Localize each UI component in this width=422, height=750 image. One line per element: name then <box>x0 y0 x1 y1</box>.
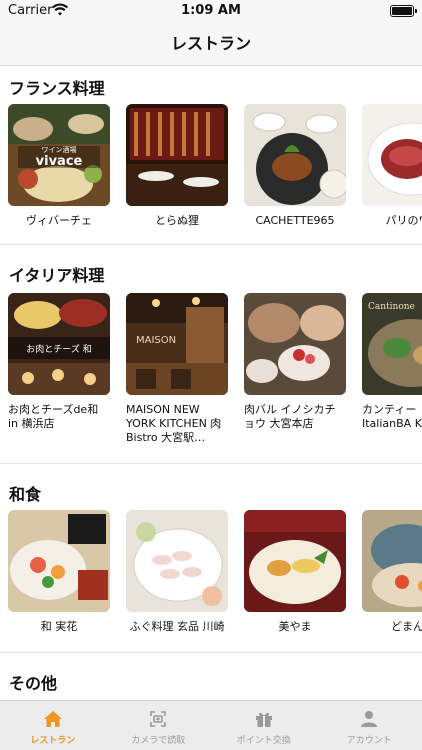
section-title: その他 <box>9 674 58 693</box>
restaurant-card[interactable]: お肉とチーズ 和 お肉とチーズde和 in 横浜店 <box>8 293 110 463</box>
restaurant-card[interactable]: パリのワイ <box>362 104 422 244</box>
restaurant-photo: ワイン酒場 vivace <box>8 104 110 206</box>
section-title: 和食 <box>9 485 42 504</box>
svg-text:ワイン酒場: ワイン酒場 <box>42 145 77 154</box>
restaurant-row[interactable]: ワイン酒場 vivace ヴィバーチェ とらぬ狸 CACHETTE965 パリの <box>0 104 422 244</box>
svg-text:Cantinone: Cantinone <box>368 302 415 312</box>
tab-account[interactable]: アカウント <box>317 701 422 750</box>
section-title: イタリア料理 <box>9 266 105 285</box>
section-other: その他 <box>0 653 422 693</box>
tab-label: カメラで読取 <box>131 736 186 746</box>
restaurant-photo <box>126 104 228 206</box>
restaurant-photo: Cantinone <box>362 293 422 395</box>
restaurant-row[interactable]: お肉とチーズ 和 お肉とチーズde和 in 横浜店 MAISON MAISON … <box>0 293 422 463</box>
restaurant-photo <box>362 510 422 612</box>
clock: 1:09 AM <box>181 3 241 18</box>
person-icon <box>361 711 378 727</box>
restaurant-list[interactable]: フランス料理 ワイン酒場 vivace ヴィバーチェ とらぬ狸 CACHETTE… <box>0 66 422 700</box>
svg-text:お肉とチーズ 和: お肉とチーズ 和 <box>26 343 91 355</box>
restaurant-name: 和 実花 <box>40 620 78 633</box>
gift-icon <box>255 712 272 727</box>
tab-label: レストラン <box>30 736 76 746</box>
tab-bar: レストラン カメラで読取 ポイント交換 アカウント <box>0 700 422 750</box>
restaurant-card[interactable]: 美やま <box>244 510 346 652</box>
restaurant-photo <box>244 293 346 395</box>
tab-camera-scan[interactable]: カメラで読取 <box>106 701 212 750</box>
restaurant-row[interactable]: 和 実花 ふぐ料理 玄品 川崎 美やま どま <box>0 510 422 652</box>
restaurant-card[interactable]: 和 実花 <box>8 510 110 652</box>
restaurant-card[interactable]: ふぐ料理 玄品 川崎 <box>126 510 228 652</box>
status-bar: Carrier 1:09 AM <box>0 0 422 22</box>
section-title: フランス料理 <box>9 79 105 98</box>
restaurant-card[interactable]: どまん中 <box>362 510 422 652</box>
restaurant-name: どまん中 <box>391 620 422 633</box>
tab-label: ポイント交換 <box>236 736 291 746</box>
restaurant-name: ヴィバーチェ <box>26 214 92 227</box>
tab-points[interactable]: ポイント交換 <box>211 701 317 750</box>
restaurant-name: 肉バル イノシカチョウ 大宮本店 <box>244 403 336 430</box>
restaurant-photo <box>244 510 346 612</box>
restaurant-photo <box>8 510 110 612</box>
restaurant-name: MAISON NEW YORK KITCHEN 肉Bistro 大宮駅… <box>126 403 222 444</box>
home-icon <box>43 711 62 727</box>
battery-icon <box>390 5 417 17</box>
restaurant-photo: MAISON <box>126 293 228 395</box>
restaurant-name: カンティー ItalianBA KIMURAY <box>362 403 422 430</box>
page-title: レストラン <box>170 34 251 53</box>
svg-text:vivace: vivace <box>36 154 83 169</box>
tab-label: アカウント <box>346 736 392 746</box>
navigation-bar: レストラン <box>0 22 422 66</box>
restaurant-name: パリのワイ <box>385 214 422 227</box>
restaurant-card[interactable]: 肉バル イノシカチョウ 大宮本店 <box>244 293 346 463</box>
restaurant-photo <box>362 104 422 206</box>
restaurant-card[interactable]: Cantinone カンティー ItalianBA KIMURAY <box>362 293 422 463</box>
section-french: フランス料理 ワイン酒場 vivace ヴィバーチェ とらぬ狸 CACHETTE… <box>0 66 422 245</box>
restaurant-photo <box>126 510 228 612</box>
restaurant-name: お肉とチーズde和 in 横浜店 <box>8 403 99 430</box>
restaurant-name: ふぐ料理 玄品 川崎 <box>129 620 225 633</box>
svg-text:MAISON: MAISON <box>136 335 176 346</box>
restaurant-name: とらぬ狸 <box>155 214 199 227</box>
section-japanese: 和食 和 実花 ふぐ料理 玄品 川崎 美やま どま <box>0 464 422 653</box>
restaurant-card[interactable]: MAISON MAISON NEW YORK KITCHEN 肉Bistro 大… <box>126 293 228 463</box>
section-italian: イタリア料理 お肉とチーズ 和 お肉とチーズde和 in 横浜店 MAISON … <box>0 245 422 464</box>
restaurant-card[interactable]: ワイン酒場 vivace ヴィバーチェ <box>8 104 110 244</box>
restaurant-photo <box>244 104 346 206</box>
restaurant-card[interactable]: とらぬ狸 <box>126 104 228 244</box>
restaurant-photo: お肉とチーズ 和 <box>8 293 110 395</box>
tab-restaurant[interactable]: レストラン <box>0 701 106 750</box>
restaurant-card[interactable]: CACHETTE965 <box>244 104 346 244</box>
restaurant-name: CACHETTE965 <box>255 214 335 227</box>
camera-scan-icon <box>150 711 167 727</box>
restaurant-name: 美やま <box>278 620 312 633</box>
